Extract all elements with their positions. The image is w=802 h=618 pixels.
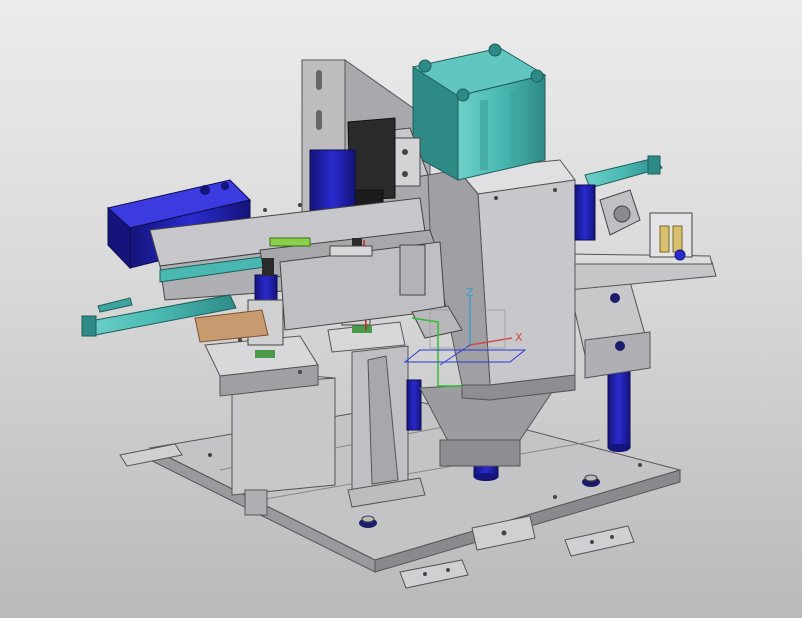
- triad-z-label: Z: [466, 286, 474, 299]
- machine-assembly-model[interactable]: Z X: [0, 0, 802, 618]
- blue-column-2[interactable]: [607, 369, 631, 452]
- blue-column-3[interactable]: [406, 379, 422, 431]
- main-housing[interactable]: [427, 159, 576, 401]
- right-linear-rail[interactable]: [564, 253, 717, 291]
- triad-x-label: X: [515, 331, 523, 344]
- cad-viewport[interactable]: Z X: [0, 0, 802, 618]
- gripper-right[interactable]: [574, 184, 596, 241]
- right-support-table[interactable]: [569, 281, 651, 379]
- floor-bar-front-3[interactable]: [564, 525, 635, 557]
- right-end-block[interactable]: [649, 212, 693, 261]
- main-air-cylinder[interactable]: [411, 43, 547, 181]
- right-clamp[interactable]: [599, 189, 641, 236]
- floor-bar-front-1[interactable]: [399, 559, 469, 589]
- right-air-cylinder[interactable]: [584, 155, 663, 189]
- valve-blue-block-2[interactable]: [309, 149, 356, 211]
